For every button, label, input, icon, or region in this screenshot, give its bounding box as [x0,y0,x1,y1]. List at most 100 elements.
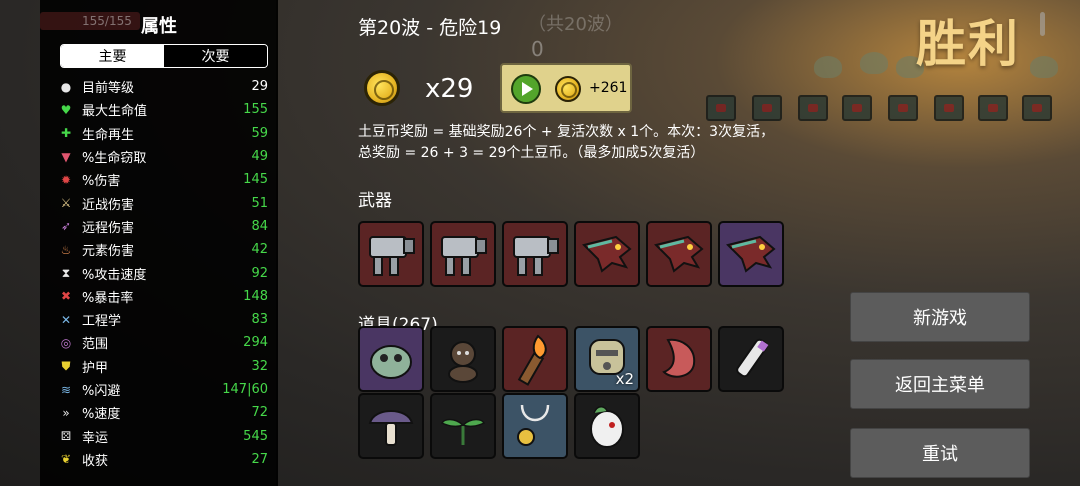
stat-label: 生命再生 [82,127,135,143]
stat-row[interactable]: ✕ 工程学 83 [58,308,268,331]
clown-item-slot[interactable] [574,393,640,459]
monkey-item-icon [448,341,478,383]
stat-row[interactable]: ✚ 生命再生 59 [58,122,268,145]
ad-bonus-amount: +261 [589,80,628,96]
chest-icon [1022,95,1052,121]
chest-icon [934,95,964,121]
damage-icon: ✹ [60,172,72,187]
stat-row[interactable]: ◎ 范围 294 [58,331,268,354]
sword-icon: ⚔ [60,196,72,211]
robot-head-item-slot[interactable]: x2 [574,326,640,392]
dice-icon: ⚄ [60,429,72,444]
stat-label: 元素伤害 [82,244,135,260]
stat-label: 范围 [82,337,109,353]
turret-weapon-slot[interactable] [358,221,424,287]
stat-value: 27 [251,451,268,467]
wave-total: （共20波） [528,14,623,35]
chest-icon [752,95,782,121]
stat-row[interactable]: ✖ %暴击率 148 [58,285,268,308]
stat-row[interactable]: ⚄ 幸运 545 [58,424,268,447]
chest-icon [888,95,918,121]
tab-secondary[interactable]: 次要 [164,45,267,67]
stat-label: 工程学 [82,314,122,330]
stat-label: 幸运 [82,430,109,446]
turret-weapon-icon [441,236,487,276]
coin-count: x29 [425,74,474,104]
stat-value: 294 [243,335,268,351]
enemy-blob-icon [1030,56,1058,78]
weapons-title: 武器 [358,191,392,211]
monkey-item-slot[interactable] [430,326,496,392]
stat-value: 49 [251,149,268,165]
stomach-item-slot[interactable] [646,326,712,392]
dragon-head-weapon-icon [582,235,632,273]
turret-weapon-slot[interactable] [430,221,496,287]
enemy-blob-icon [860,52,888,74]
stat-row[interactable]: ✹ %伤害 145 [58,168,268,191]
dragon-head-weapon-icon [654,235,704,273]
regen-icon: ✚ [60,126,72,141]
vial-item-slot[interactable] [718,326,784,392]
stat-row[interactable]: ⧗ %攻击速度 92 [58,261,268,284]
mushroom-item-slot[interactable] [358,393,424,459]
stat-value: 42 [251,242,268,258]
wrench-icon: ✕ [60,312,72,327]
level-icon: ● [60,79,72,94]
stat-value: 148 [243,288,268,304]
range-icon: ◎ [60,335,72,350]
turret-weapon-slot[interactable] [502,221,568,287]
stat-row[interactable]: ➶ 远程伤害 84 [58,215,268,238]
stat-label: %速度 [82,407,121,423]
stat-label: 护甲 [82,360,109,376]
stat-value: 147|60 [222,382,268,397]
stat-label: %闪避 [82,384,121,399]
retry-button[interactable]: 重试 [850,428,1030,478]
stat-value: 29 [251,79,268,95]
dragon-head-weapon-slot[interactable] [646,221,712,287]
clown-item-icon [590,406,624,448]
pendant-item-slot[interactable] [502,393,568,459]
stat-label: %攻击速度 [82,267,147,283]
torch-item-slot[interactable] [502,326,568,392]
reward-description: 土豆币奖励 = 基础奖励26个 + 复活次数 x 1个。本次：3次复活， 总奖励… [358,122,828,164]
stats-panel: 155/155 属性 主要 次要 ● 目前等级 29 ♥ 最大生命值 155 ✚ 生命再生 59… [40,0,278,486]
reward-description-line: 总奖励 = 26 + 3 = 29个土豆币。（最多加成5次复活） [358,145,705,161]
stat-row[interactable]: » %速度 72 [58,401,268,424]
flame-icon: ♨ [60,242,72,257]
main-menu-button[interactable]: 返回主菜单 [850,359,1030,409]
stat-row[interactable]: ▼ %生命窃取 49 [58,145,268,168]
watch-ad-bonus-button[interactable]: +261 [500,63,632,113]
stat-value: 155 [243,102,268,118]
tab-primary[interactable]: 主要 [61,45,164,67]
enemy-blob-icon [814,56,842,78]
mushroom-item-icon [368,410,414,446]
victory-title: 胜利 [916,15,1020,73]
panel-divider [276,0,278,486]
hourglass-icon: ⧗ [61,265,71,280]
shield-icon: ⛊ [61,358,71,373]
chest-icon [978,95,1008,121]
dragon-head-weapon-slot[interactable] [718,221,784,287]
bow-icon: ➶ [60,219,72,234]
stat-row[interactable]: ⚔ 近战伤害 51 [58,191,268,214]
stat-row[interactable]: ⛊ 护甲 32 [58,355,268,378]
stat-row[interactable]: ≋ %闪避 147|60 [58,378,268,401]
stat-value: 59 [251,125,268,141]
stat-label: %生命窃取 [82,151,147,167]
stat-label: 远程伤害 [82,220,135,236]
coin-icon [555,76,581,102]
stat-row[interactable]: ♥ 最大生命值 155 [58,98,268,121]
dragon-head-weapon-icon [726,235,776,273]
stat-row[interactable]: ❦ 收获 27 [58,448,268,471]
speed-icon: » [62,405,70,420]
stat-row[interactable]: ● 目前等级 29 [58,75,268,98]
dragon-head-weapon-slot[interactable] [574,221,640,287]
sprout-item-icon [440,418,486,445]
sprout-item-slot[interactable] [430,393,496,459]
stat-row[interactable]: ♨ 元素伤害 42 [58,238,268,261]
new-game-button[interactable]: 新游戏 [850,292,1030,342]
reward-description-line: 土豆币奖励 = 基础奖励26个 + 复活次数 x 1个。本次：3次复活， [358,124,775,140]
play-icon [511,74,541,104]
stat-value: 84 [251,218,268,234]
creature-item-slot[interactable] [358,326,424,392]
